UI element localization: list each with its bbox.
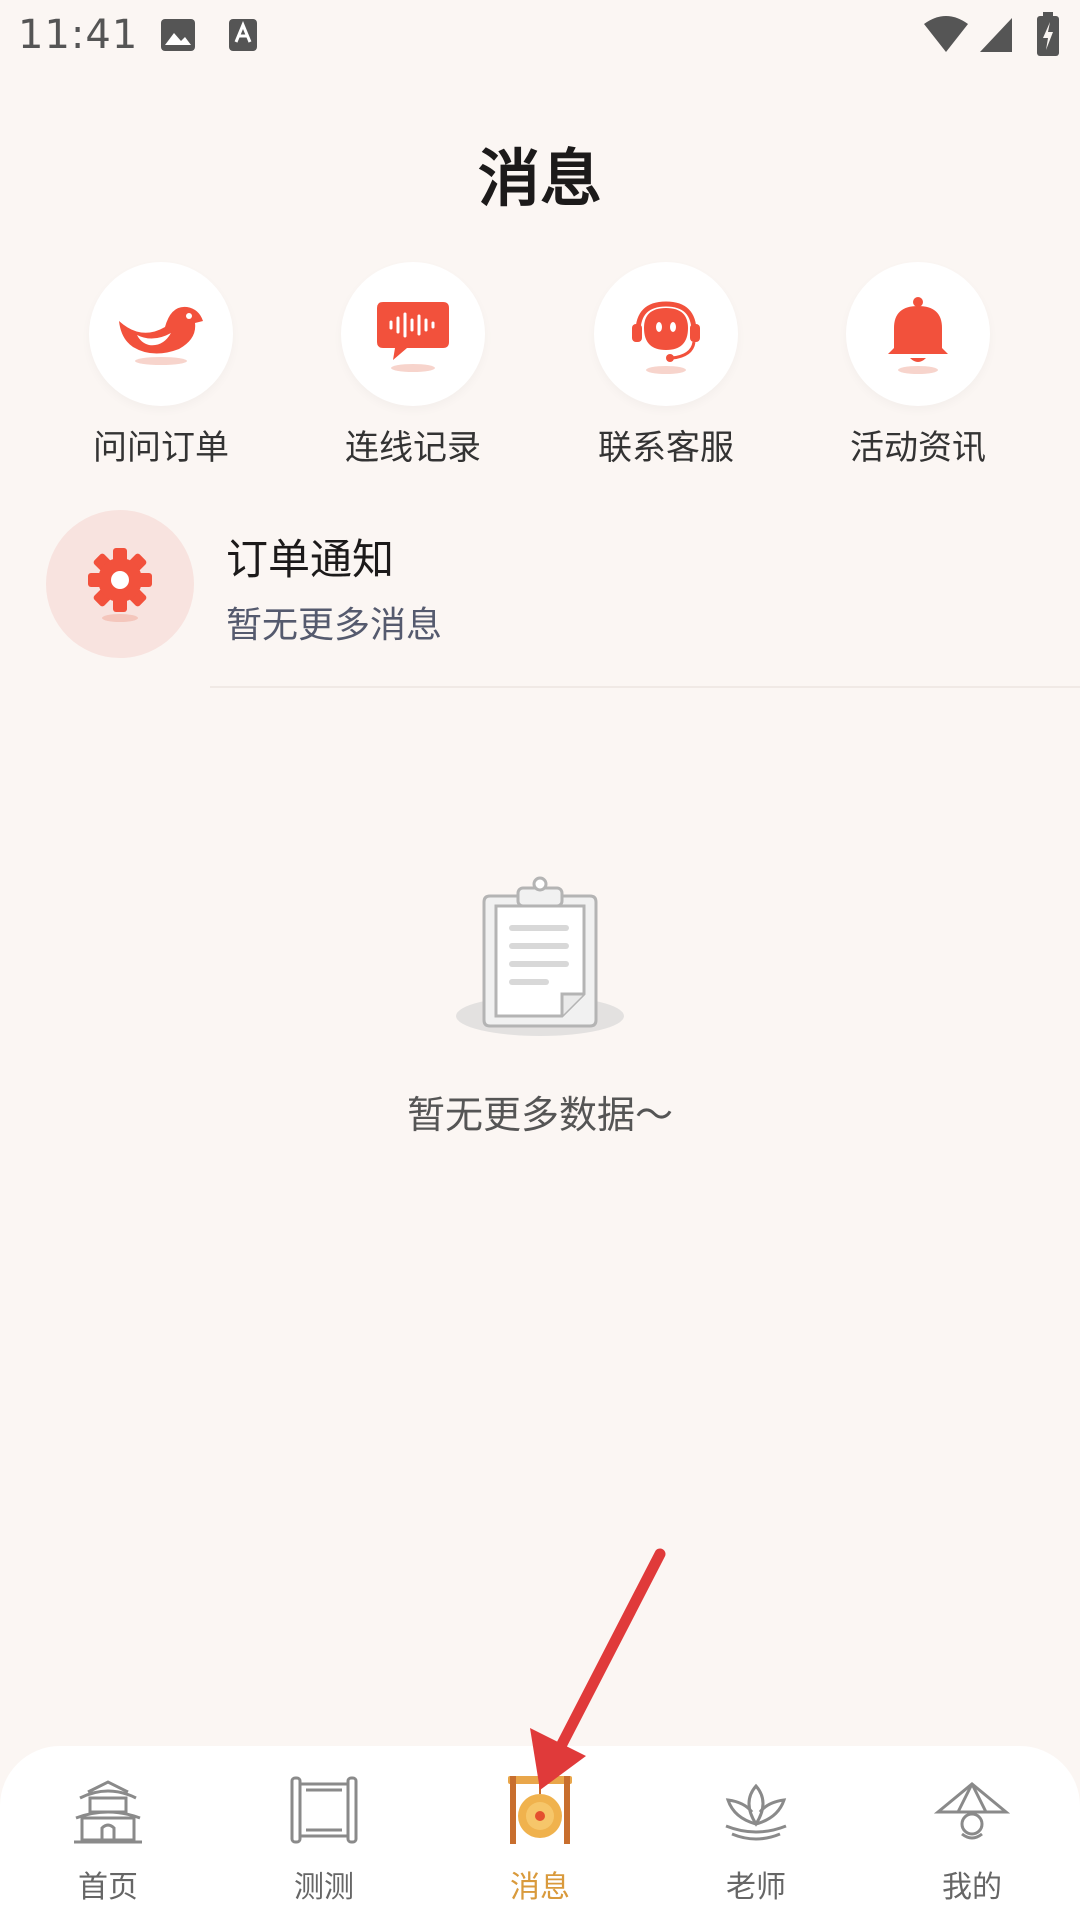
quick-action-label: 连线记录 [345, 428, 481, 468]
order-notice-subtitle: 暂无更多消息 [226, 605, 443, 646]
bird-icon [119, 306, 203, 365]
scroll-icon [290, 1776, 358, 1844]
tab-test[interactable]: 测测 [234, 1768, 414, 1906]
image-notification-icon [161, 19, 195, 51]
tab-messages[interactable]: 消息 [450, 1768, 630, 1906]
wifi-icon [924, 16, 968, 52]
status-bar: 11:41 [0, 0, 1080, 72]
quick-action-call-records[interactable]: 连线记录 [323, 262, 503, 469]
cellular-signal-icon [980, 18, 1012, 52]
clipboard-icon [456, 876, 624, 1036]
tab-mine[interactable]: 我的 [882, 1768, 1062, 1906]
palace-icon [74, 1780, 142, 1844]
headset-icon [632, 301, 700, 374]
tab-home[interactable]: 首页 [18, 1768, 198, 1906]
quick-action-label: 活动资讯 [850, 428, 986, 468]
quick-action-order-inquiry[interactable]: 问问订单 [71, 262, 251, 469]
page-title: 消息 [477, 142, 602, 215]
tab-label: 测测 [294, 1870, 354, 1905]
order-notice-title: 订单通知 [226, 535, 395, 584]
hat-icon [934, 1782, 1010, 1840]
text-notification-icon [229, 19, 257, 51]
empty-state: 暂无更多数据～ [0, 870, 1080, 1139]
tab-label: 消息 [510, 1870, 570, 1905]
lotus-icon [725, 1783, 787, 1841]
quick-action-customer-service[interactable]: 联系客服 [576, 262, 756, 469]
voice-chat-icon [377, 302, 449, 372]
quick-action-activity-news[interactable]: 活动资讯 [828, 262, 1008, 469]
gear-icon [88, 548, 152, 622]
divider [210, 686, 1080, 688]
tab-label: 老师 [726, 1870, 786, 1905]
gong-icon [508, 1776, 572, 1844]
battery-icon [1037, 12, 1059, 56]
tab-label: 首页 [78, 1870, 138, 1905]
status-time: 11:41 [18, 12, 139, 58]
empty-state-text: 暂无更多数据～ [406, 1093, 673, 1137]
tab-label: 我的 [942, 1870, 1002, 1905]
quick-action-label: 联系客服 [598, 428, 734, 468]
bottom-tab-bar: 首页 测测 消息 老师 我的 [0, 1746, 1080, 1920]
quick-action-label: 问问订单 [93, 428, 229, 468]
quick-actions: 问问订单 连线记录 联系客服 活动资讯 [0, 262, 1080, 468]
order-notice-item[interactable]: 订单通知 暂无更多消息 [0, 508, 1080, 688]
tab-teachers[interactable]: 老师 [666, 1768, 846, 1906]
bell-icon [888, 297, 948, 374]
